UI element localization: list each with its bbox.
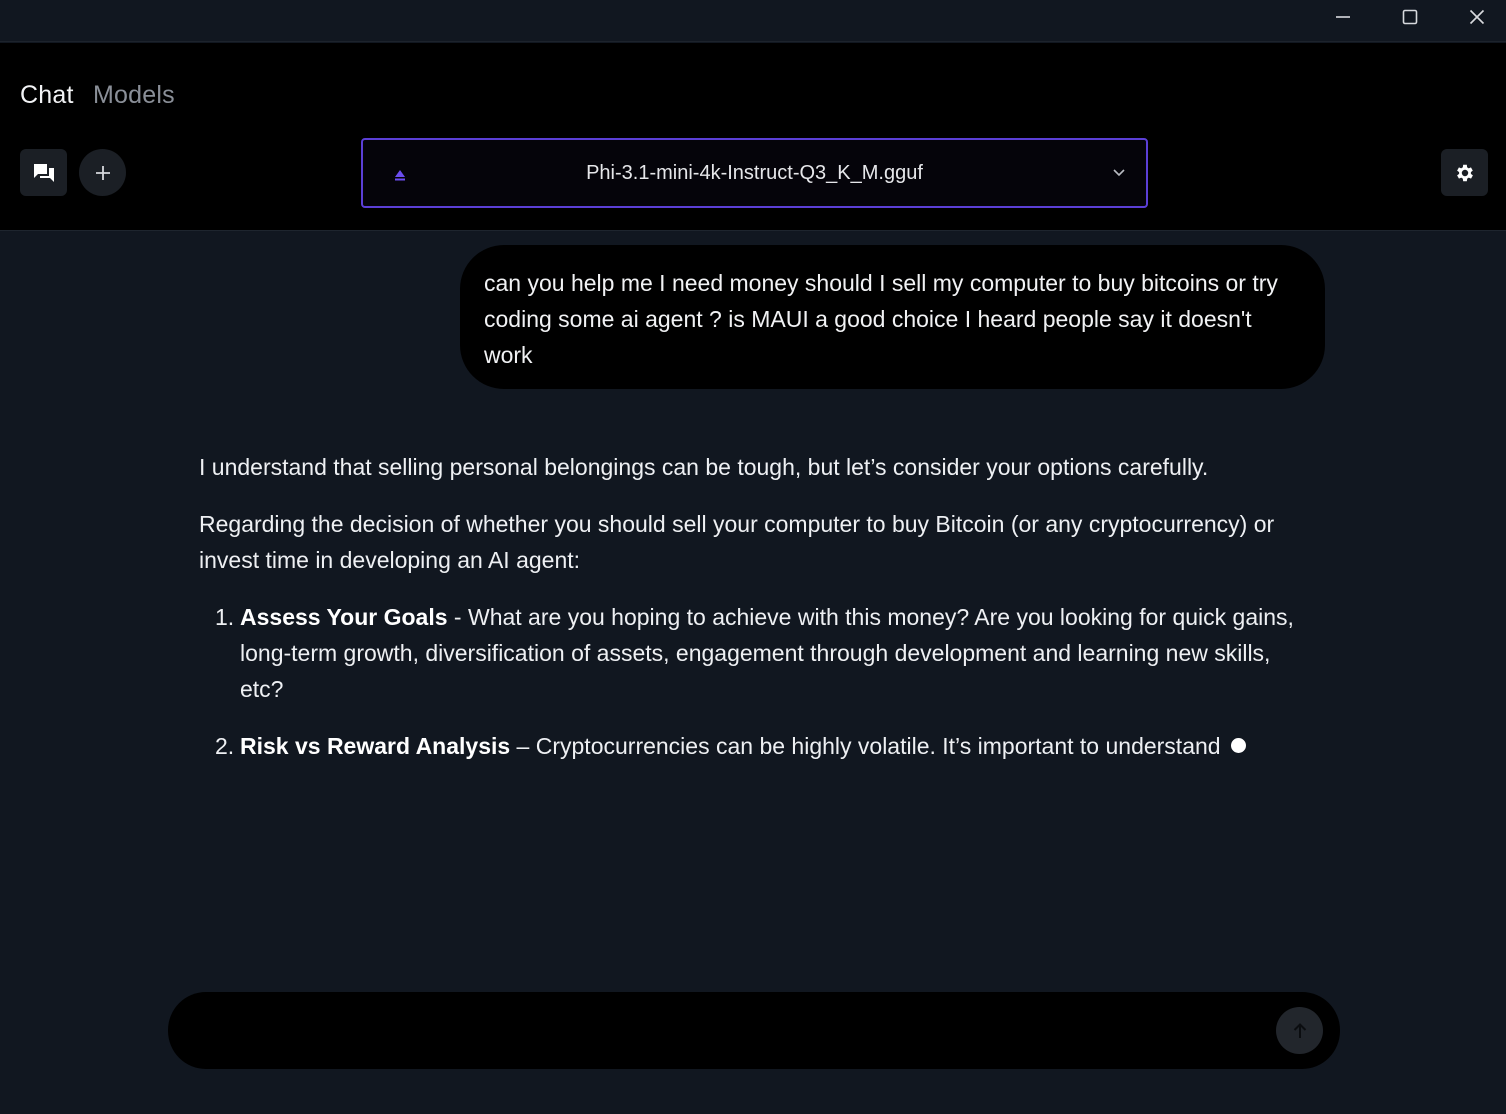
assistant-paragraph: I understand that selling personal belon… bbox=[199, 454, 1209, 480]
minimize-icon bbox=[1336, 16, 1350, 18]
settings-button[interactable] bbox=[1441, 149, 1488, 196]
app-header: Chat Models Phi-3.1-mini-4k-Instruct-Q3_… bbox=[0, 43, 1506, 231]
selected-model-name: Phi-3.1-mini-4k-Instruct-Q3_K_M.gguf bbox=[586, 162, 923, 184]
send-button[interactable] bbox=[1276, 1007, 1323, 1054]
close-icon bbox=[1469, 9, 1485, 25]
tab-chat[interactable]: Chat bbox=[20, 81, 74, 110]
list-item-text: Cryptocurrencies can be highly volatile.… bbox=[535, 733, 1221, 759]
message-input[interactable] bbox=[202, 1012, 1262, 1048]
plus-icon bbox=[95, 165, 110, 180]
assistant-list: 1. Assess Your Goals - What are you hopi… bbox=[199, 599, 1314, 764]
close-button[interactable] bbox=[1447, 0, 1506, 34]
new-chat-button[interactable] bbox=[79, 149, 126, 196]
user-message-bubble: can you help me I need money should I se… bbox=[460, 245, 1325, 389]
chat-history-button[interactable] bbox=[20, 149, 67, 196]
list-number: 2. bbox=[215, 733, 235, 759]
assistant-paragraph: Regarding the decision of whether you sh… bbox=[199, 511, 1275, 573]
chat-bubbles-icon bbox=[33, 163, 54, 182]
list-number: 1. bbox=[215, 604, 235, 630]
list-item: 2. Risk vs Reward Analysis – Cryptocurre… bbox=[199, 728, 1314, 764]
list-item-separator: – bbox=[510, 733, 536, 759]
arrow-up-icon bbox=[1293, 1022, 1306, 1038]
tab-models[interactable]: Models bbox=[93, 81, 175, 110]
maximize-icon bbox=[1402, 9, 1418, 25]
list-item: 1. Assess Your Goals - What are you hopi… bbox=[199, 599, 1314, 707]
gear-icon bbox=[1456, 164, 1473, 181]
message-composer bbox=[168, 992, 1340, 1069]
list-item-separator: - bbox=[447, 604, 468, 630]
list-item-title: Risk vs Reward Analysis bbox=[240, 733, 511, 759]
minimize-button[interactable] bbox=[1313, 0, 1373, 34]
user-message-text: can you help me I need money should I se… bbox=[484, 270, 1278, 368]
list-item-title: Assess Your Goals bbox=[240, 604, 448, 630]
model-selector[interactable]: Phi-3.1-mini-4k-Instruct-Q3_K_M.gguf bbox=[361, 138, 1148, 208]
maximize-button[interactable] bbox=[1380, 0, 1440, 34]
assistant-message: I understand that selling personal belon… bbox=[199, 449, 1314, 785]
chevron-down-icon bbox=[1113, 169, 1125, 177]
title-bar bbox=[0, 0, 1506, 42]
streaming-indicator bbox=[1230, 738, 1246, 753]
